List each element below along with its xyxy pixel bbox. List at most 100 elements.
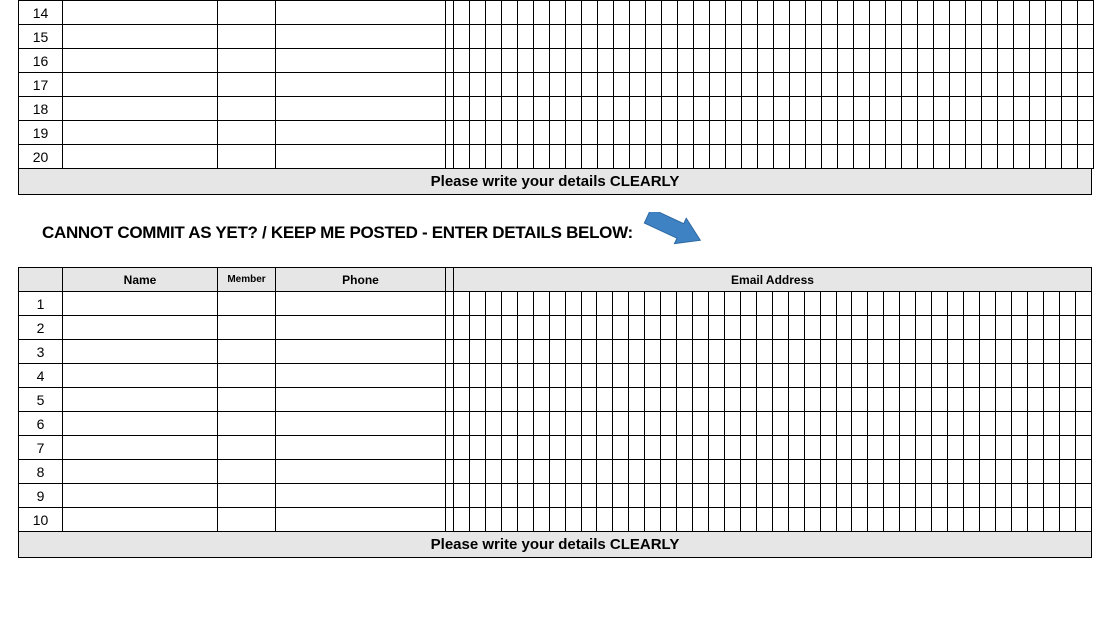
email-char-cell[interactable] [581, 388, 597, 412]
email-char-cell[interactable] [854, 25, 870, 49]
email-char-cell[interactable] [549, 388, 565, 412]
email-char-cell[interactable] [788, 388, 804, 412]
email-char-cell[interactable] [1059, 508, 1075, 532]
email-char-cell[interactable] [884, 340, 900, 364]
email-char-cell[interactable] [740, 364, 756, 388]
email-char-cell[interactable] [1011, 436, 1027, 460]
email-char-cell[interactable] [932, 316, 948, 340]
phone-field[interactable] [276, 121, 446, 145]
email-char-cell[interactable] [454, 292, 470, 316]
email-char-cell[interactable] [870, 97, 886, 121]
email-char-cell[interactable] [758, 145, 774, 169]
email-char-cell[interactable] [1046, 97, 1062, 121]
email-char-cell[interactable] [979, 292, 995, 316]
phone-field[interactable] [276, 460, 446, 484]
email-char-cell[interactable] [710, 73, 726, 97]
email-char-cell[interactable] [1046, 25, 1062, 49]
email-char-cell[interactable] [1046, 1, 1062, 25]
email-char-cell[interactable] [549, 412, 565, 436]
email-char-cell[interactable] [995, 292, 1011, 316]
email-char-cell[interactable] [1043, 412, 1059, 436]
email-char-cell[interactable] [549, 460, 565, 484]
email-char-cell[interactable] [1059, 364, 1075, 388]
email-char-cell[interactable] [964, 412, 980, 436]
email-char-cell[interactable] [836, 508, 852, 532]
email-char-cell[interactable] [918, 121, 934, 145]
email-char-cell[interactable] [694, 97, 710, 121]
email-char-cell[interactable] [1043, 292, 1059, 316]
email-char-cell[interactable] [868, 484, 884, 508]
email-char-cell[interactable] [565, 436, 581, 460]
email-char-cell[interactable] [758, 97, 774, 121]
email-char-cell[interactable] [756, 412, 772, 436]
email-char-cell[interactable] [854, 145, 870, 169]
phone-field[interactable] [276, 388, 446, 412]
email-char-cell[interactable] [534, 97, 550, 121]
email-char-cell[interactable] [742, 73, 758, 97]
email-char-cell[interactable] [756, 340, 772, 364]
email-char-cell[interactable] [804, 340, 820, 364]
email-char-cell[interactable] [581, 316, 597, 340]
email-char-cell[interactable] [581, 484, 597, 508]
email-char-cell[interactable] [661, 436, 677, 460]
email-char-cell[interactable] [646, 25, 662, 49]
email-char-cell[interactable] [710, 121, 726, 145]
email-char-cell[interactable] [884, 460, 900, 484]
email-char-cell[interactable] [788, 460, 804, 484]
email-char-cell[interactable] [820, 436, 836, 460]
email-char-cell[interactable] [469, 388, 485, 412]
email-char-cell[interactable] [549, 316, 565, 340]
email-char-cell[interactable] [454, 316, 470, 340]
email-char-cell[interactable] [726, 25, 742, 49]
email-char-cell[interactable] [916, 484, 932, 508]
email-char-cell[interactable] [549, 508, 565, 532]
email-char-cell[interactable] [852, 412, 868, 436]
email-char-cell[interactable] [900, 460, 916, 484]
email-char-cell[interactable] [852, 484, 868, 508]
email-char-cell[interactable] [1043, 460, 1059, 484]
email-char-cell[interactable] [565, 412, 581, 436]
email-char-cell[interactable] [790, 73, 806, 97]
email-char-cell[interactable] [772, 340, 788, 364]
email-char-cell[interactable] [646, 121, 662, 145]
email-char-cell[interactable] [886, 25, 902, 49]
email-char-cell[interactable] [454, 364, 470, 388]
email-char-cell[interactable] [470, 73, 486, 97]
email-char-cell[interactable] [932, 508, 948, 532]
email-char-cell[interactable] [948, 388, 964, 412]
email-char-cell[interactable] [1078, 145, 1094, 169]
email-char-cell[interactable] [694, 49, 710, 73]
email-char-cell[interactable] [1030, 49, 1046, 73]
email-char-cell[interactable] [645, 412, 661, 436]
email-char-cell[interactable] [932, 412, 948, 436]
email-char-cell[interactable] [724, 484, 740, 508]
email-char-cell[interactable] [884, 484, 900, 508]
email-char-cell[interactable] [870, 73, 886, 97]
email-char-cell[interactable] [772, 436, 788, 460]
member-field[interactable] [218, 97, 276, 121]
email-char-cell[interactable] [485, 508, 501, 532]
email-char-cell[interactable] [852, 508, 868, 532]
email-char-cell[interactable] [709, 484, 725, 508]
email-char-cell[interactable] [995, 508, 1011, 532]
email-char-cell[interactable] [995, 316, 1011, 340]
email-char-cell[interactable] [486, 145, 502, 169]
email-char-cell[interactable] [966, 145, 982, 169]
email-char-cell[interactable] [822, 73, 838, 97]
email-char-cell[interactable] [677, 484, 693, 508]
email-char-cell[interactable] [742, 97, 758, 121]
email-char-cell[interactable] [932, 460, 948, 484]
email-char-cell[interactable] [950, 25, 966, 49]
email-char-cell[interactable] [774, 121, 790, 145]
email-char-cell[interactable] [1014, 1, 1030, 25]
email-char-cell[interactable] [902, 97, 918, 121]
email-char-cell[interactable] [613, 292, 629, 316]
email-char-cell[interactable] [836, 316, 852, 340]
email-char-cell[interactable] [724, 460, 740, 484]
email-char-cell[interactable] [979, 412, 995, 436]
member-field[interactable] [218, 412, 276, 436]
email-char-cell[interactable] [1027, 460, 1043, 484]
email-char-cell[interactable] [902, 1, 918, 25]
email-char-cell[interactable] [934, 25, 950, 49]
email-char-cell[interactable] [964, 340, 980, 364]
